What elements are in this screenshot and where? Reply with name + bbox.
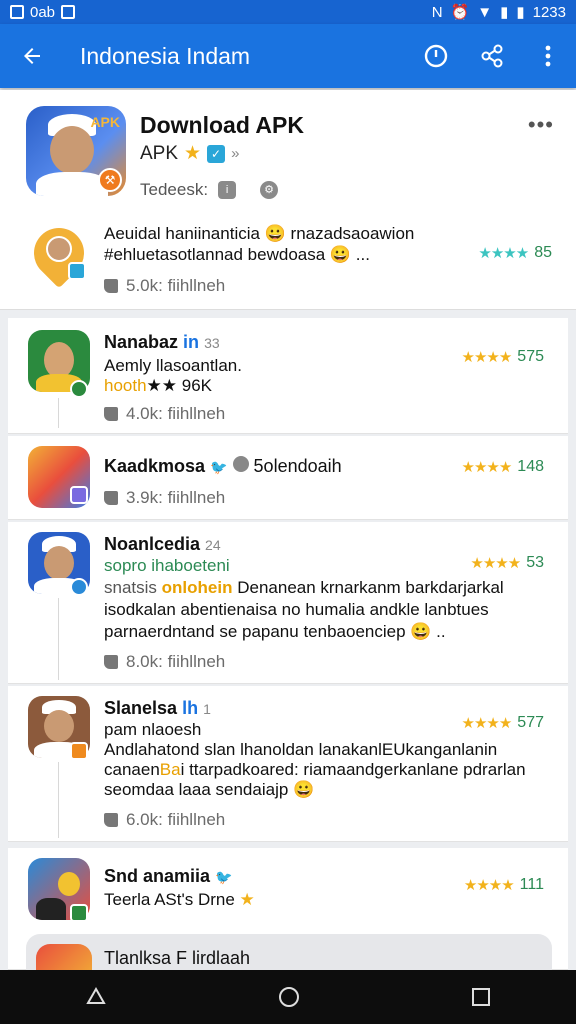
stars-icon: ★★★★ (461, 459, 513, 476)
thumb-icon[interactable] (104, 813, 118, 827)
item-line2: hooth★★ 96K (104, 376, 212, 395)
item-line1: pam nlaoesh (104, 720, 202, 739)
star-icon: ★ (184, 143, 202, 164)
signal-icon: ▮ (500, 4, 509, 21)
thumb-icon[interactable] (104, 407, 118, 421)
list-item[interactable]: Kaadkmosa 🐦 5olendoaih 3.9k: fiihllneh ★… (8, 436, 568, 520)
wifi-icon: ▼ (477, 3, 493, 21)
notification-icon (10, 5, 24, 19)
developer-label: Tedeesk: (140, 180, 209, 199)
verified-icon: ✓ (207, 144, 226, 163)
item-meta: 4.0k: fiihllneh (104, 404, 225, 424)
list-item[interactable]: Nanabaz in 33 Aemly llasoantlan. hooth★★… (8, 318, 568, 434)
share-button[interactable] (464, 24, 520, 88)
list-item[interactable]: Snd anamiia 🐦 Teerla ASt's Drne ★ ★★★★ 1… (8, 848, 568, 984)
check-badge-icon (70, 578, 88, 596)
stars-icon: ★★★★ (463, 877, 515, 894)
bird-icon: 🐦 (210, 459, 228, 475)
thumb-icon[interactable] (104, 655, 118, 669)
info-icon[interactable]: i (218, 181, 237, 199)
battery-icon: ▮ (516, 4, 525, 21)
list-item[interactable]: Slanelsa lh 1 pam nlaoesh Andlahatond sl… (8, 686, 568, 842)
thumb-icon[interactable] (104, 279, 118, 293)
item-name: Kaadkmosa 🐦 5olendoaih (104, 456, 342, 476)
clock-icon (424, 44, 448, 68)
app-bar: Indonesia Indam (0, 24, 576, 88)
subtitle-text: APK (140, 142, 179, 164)
system-navigation-bar (0, 970, 576, 1024)
clock: 1233 (532, 3, 566, 21)
status-left-text: 0ab (30, 3, 56, 21)
highlight-rating: ★★★★ 85 (478, 244, 552, 262)
thumb-icon[interactable] (104, 491, 118, 505)
nav-home-icon[interactable] (277, 985, 301, 1009)
arrow-left-icon (24, 48, 40, 64)
item-line3: isodkalan abentienaisa no humalia andkle… (104, 600, 489, 619)
item-meta: 6.0k: fiihllneh (104, 810, 225, 830)
check-badge-icon (70, 904, 88, 922)
highlight-line1: Aeuidal haniinanticia 😀 rnazadsaoawion (104, 224, 415, 243)
highlight-meta: 5.0k: fiihllneh (104, 276, 225, 296)
list-item[interactable]: Noanlcedia 24 sopro ihaboeteni snatsis o… (8, 522, 568, 684)
pin-face (46, 236, 72, 262)
badge-icon (70, 742, 88, 760)
subtitle-extra: » (231, 145, 240, 162)
tool-badge-icon: ⚒ (98, 168, 122, 192)
item-line3: canaenBai ttarpadkoared: riamaandgerkanl… (104, 760, 526, 779)
item-rating: ★★★★ 148 (461, 458, 545, 476)
item-meta: 3.9k: fiihllneh (104, 488, 225, 508)
back-button[interactable] (0, 24, 64, 88)
item-rating: ★★★★ 575 (461, 348, 545, 366)
pin-badge-icon (68, 262, 86, 280)
item-name: Nanabaz in 33 (104, 332, 220, 352)
item-line1: Teerla ASt's Drne ★ (104, 890, 255, 909)
rating-value: 85 (534, 244, 552, 261)
item-line1: Aemly llasoantlan. (104, 356, 242, 375)
meta-text: 5.0k: fiihllneh (126, 276, 226, 295)
item-rating: ★★★★ 577 (461, 714, 545, 732)
stars-icon: ★★★★ (461, 349, 513, 366)
app-subtitle: APK ★ ✓ » (140, 142, 239, 165)
item-rating: ★★★★ 53 (470, 554, 544, 572)
image-icon (61, 5, 76, 19)
share-icon (481, 44, 503, 68)
page-title: Indonesia Indam (80, 42, 251, 69)
item-meta: 8.0k: fiihllneh (104, 652, 225, 672)
header-card: APK ⚒ Download APK APK ★ ✓ » Tedeesk: i … (0, 90, 576, 310)
item-line2: snatsis onlohein Denanean krnarkanm bark… (104, 578, 504, 597)
nav-recents-icon[interactable] (470, 986, 492, 1008)
apk-tag: APK (90, 114, 120, 130)
settings-icon[interactable]: ⚙ (260, 181, 279, 199)
item-name: Snd anamiia 🐦 (104, 866, 233, 886)
alarm-icon: ⏰ (450, 4, 470, 21)
badge-icon (70, 486, 88, 504)
stars-icon: ★★★★ (478, 245, 529, 262)
highlight-line2: #ehluetasotlannad bewdoasa 😀 ... (104, 245, 370, 264)
developer-row: Tedeesk: i ⚙ (140, 180, 279, 200)
more-vert-icon (545, 45, 551, 67)
item-line2: Andlahatond slan lhanoldan lanakanlEUkan… (104, 740, 498, 759)
item-name: Noanlcedia 24 (104, 534, 221, 554)
list-item[interactable]: Tlanlksa F lirdlaah (26, 934, 552, 984)
nfc-icon: N (431, 3, 443, 21)
item-line1: sopro ihaboeteni (104, 556, 230, 575)
app-title: Download APK (140, 112, 304, 138)
nav-back-icon[interactable] (84, 985, 108, 1009)
item-name: Slanelsa lh 1 (104, 698, 211, 718)
app-icon[interactable]: APK ⚒ (26, 106, 126, 196)
bird-icon: 🐦 (215, 869, 233, 885)
item-line4: parnaerdntand se papanu tenbaoenciep 😀 .… (104, 622, 446, 641)
check-badge-icon (70, 380, 88, 398)
history-button[interactable] (408, 24, 464, 88)
item-name: Tlanlksa F lirdlaah (104, 948, 251, 968)
stars-icon: ★★★★ (461, 715, 513, 732)
header-more-button[interactable]: ••• (528, 112, 554, 138)
item-line4: seomdaa laaa sendaiajp 😀 (104, 780, 315, 799)
item-rating: ★★★★ 111 (463, 876, 544, 894)
stars-icon: ★★★★ (470, 555, 521, 572)
more-options-button[interactable] (520, 24, 576, 88)
status-bar: 0ab N ⏰ ▼ ▮ ▮ 1233 (0, 0, 576, 24)
